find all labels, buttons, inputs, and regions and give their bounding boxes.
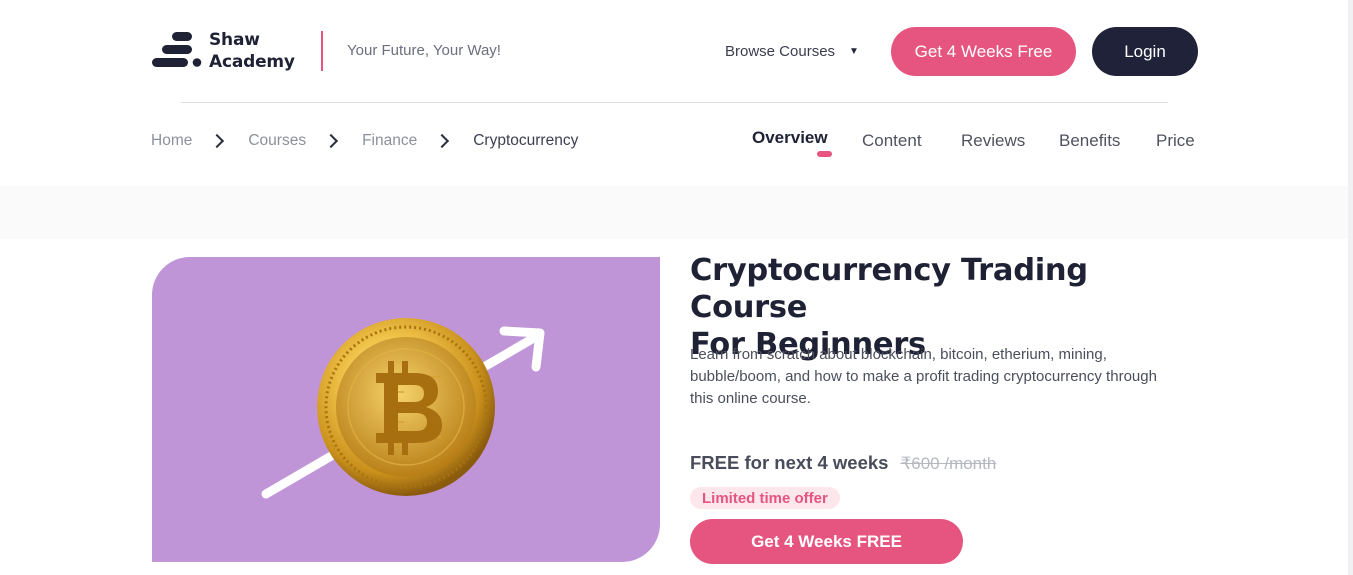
chevron-right-icon — [435, 133, 450, 149]
breadcrumb-current: Cryptocurrency — [473, 132, 579, 149]
logo-text: Shaw Academy — [209, 29, 295, 73]
breadcrumb-finance[interactable]: Finance — [362, 132, 417, 150]
scrollbar[interactable] — [1348, 0, 1353, 575]
active-tab-indicator — [817, 151, 832, 157]
chevron-right-icon — [210, 133, 225, 149]
shaw-academy-logo[interactable]: Shaw Academy — [152, 30, 302, 75]
tagline: Your Future, Your Way! — [347, 42, 501, 59]
tab-overview[interactable]: Overview — [752, 128, 828, 148]
price-row: FREE for next 4 weeks ₹600 /month — [690, 452, 996, 474]
tab-content[interactable]: Content — [862, 131, 922, 151]
breadcrumb-home[interactable]: Home — [151, 132, 192, 150]
tab-price[interactable]: Price — [1156, 131, 1195, 151]
browse-courses-label: Browse Courses — [725, 43, 836, 60]
caret-down-icon: ▼ — [849, 46, 859, 57]
logo-text-line2: Academy — [209, 52, 295, 72]
course-hero-image — [152, 257, 660, 562]
section-band — [0, 186, 1353, 239]
original-price: ₹600 /month — [900, 454, 997, 473]
tab-benefits[interactable]: Benefits — [1059, 131, 1120, 151]
course-description: Learn from scratch about blockchain, bit… — [690, 346, 1157, 407]
get-free-weeks-button[interactable]: Get 4 Weeks FREE — [690, 519, 963, 564]
course-title-line1: Cryptocurrency Trading Course — [690, 253, 1088, 325]
logo-text-line1: Shaw — [209, 30, 260, 50]
chevron-right-icon — [324, 133, 339, 149]
login-button[interactable]: Login — [1092, 27, 1198, 76]
bitcoin-coin-icon — [317, 318, 495, 496]
tab-reviews[interactable]: Reviews — [961, 131, 1025, 151]
browse-courses-dropdown[interactable]: Browse Courses ▼ — [725, 43, 859, 60]
hero-illustration — [261, 318, 545, 499]
logo-mark-icon — [152, 32, 202, 67]
get-free-weeks-header-button[interactable]: Get 4 Weeks Free — [891, 27, 1076, 76]
header-separator — [181, 102, 1168, 103]
free-offer-text: FREE for next 4 weeks — [690, 452, 889, 473]
header-divider — [321, 31, 323, 71]
breadcrumb: Home Courses Finance Cryptocurrency — [151, 132, 578, 150]
breadcrumb-courses[interactable]: Courses — [248, 132, 306, 150]
limited-offer-badge: Limited time offer — [690, 487, 840, 509]
